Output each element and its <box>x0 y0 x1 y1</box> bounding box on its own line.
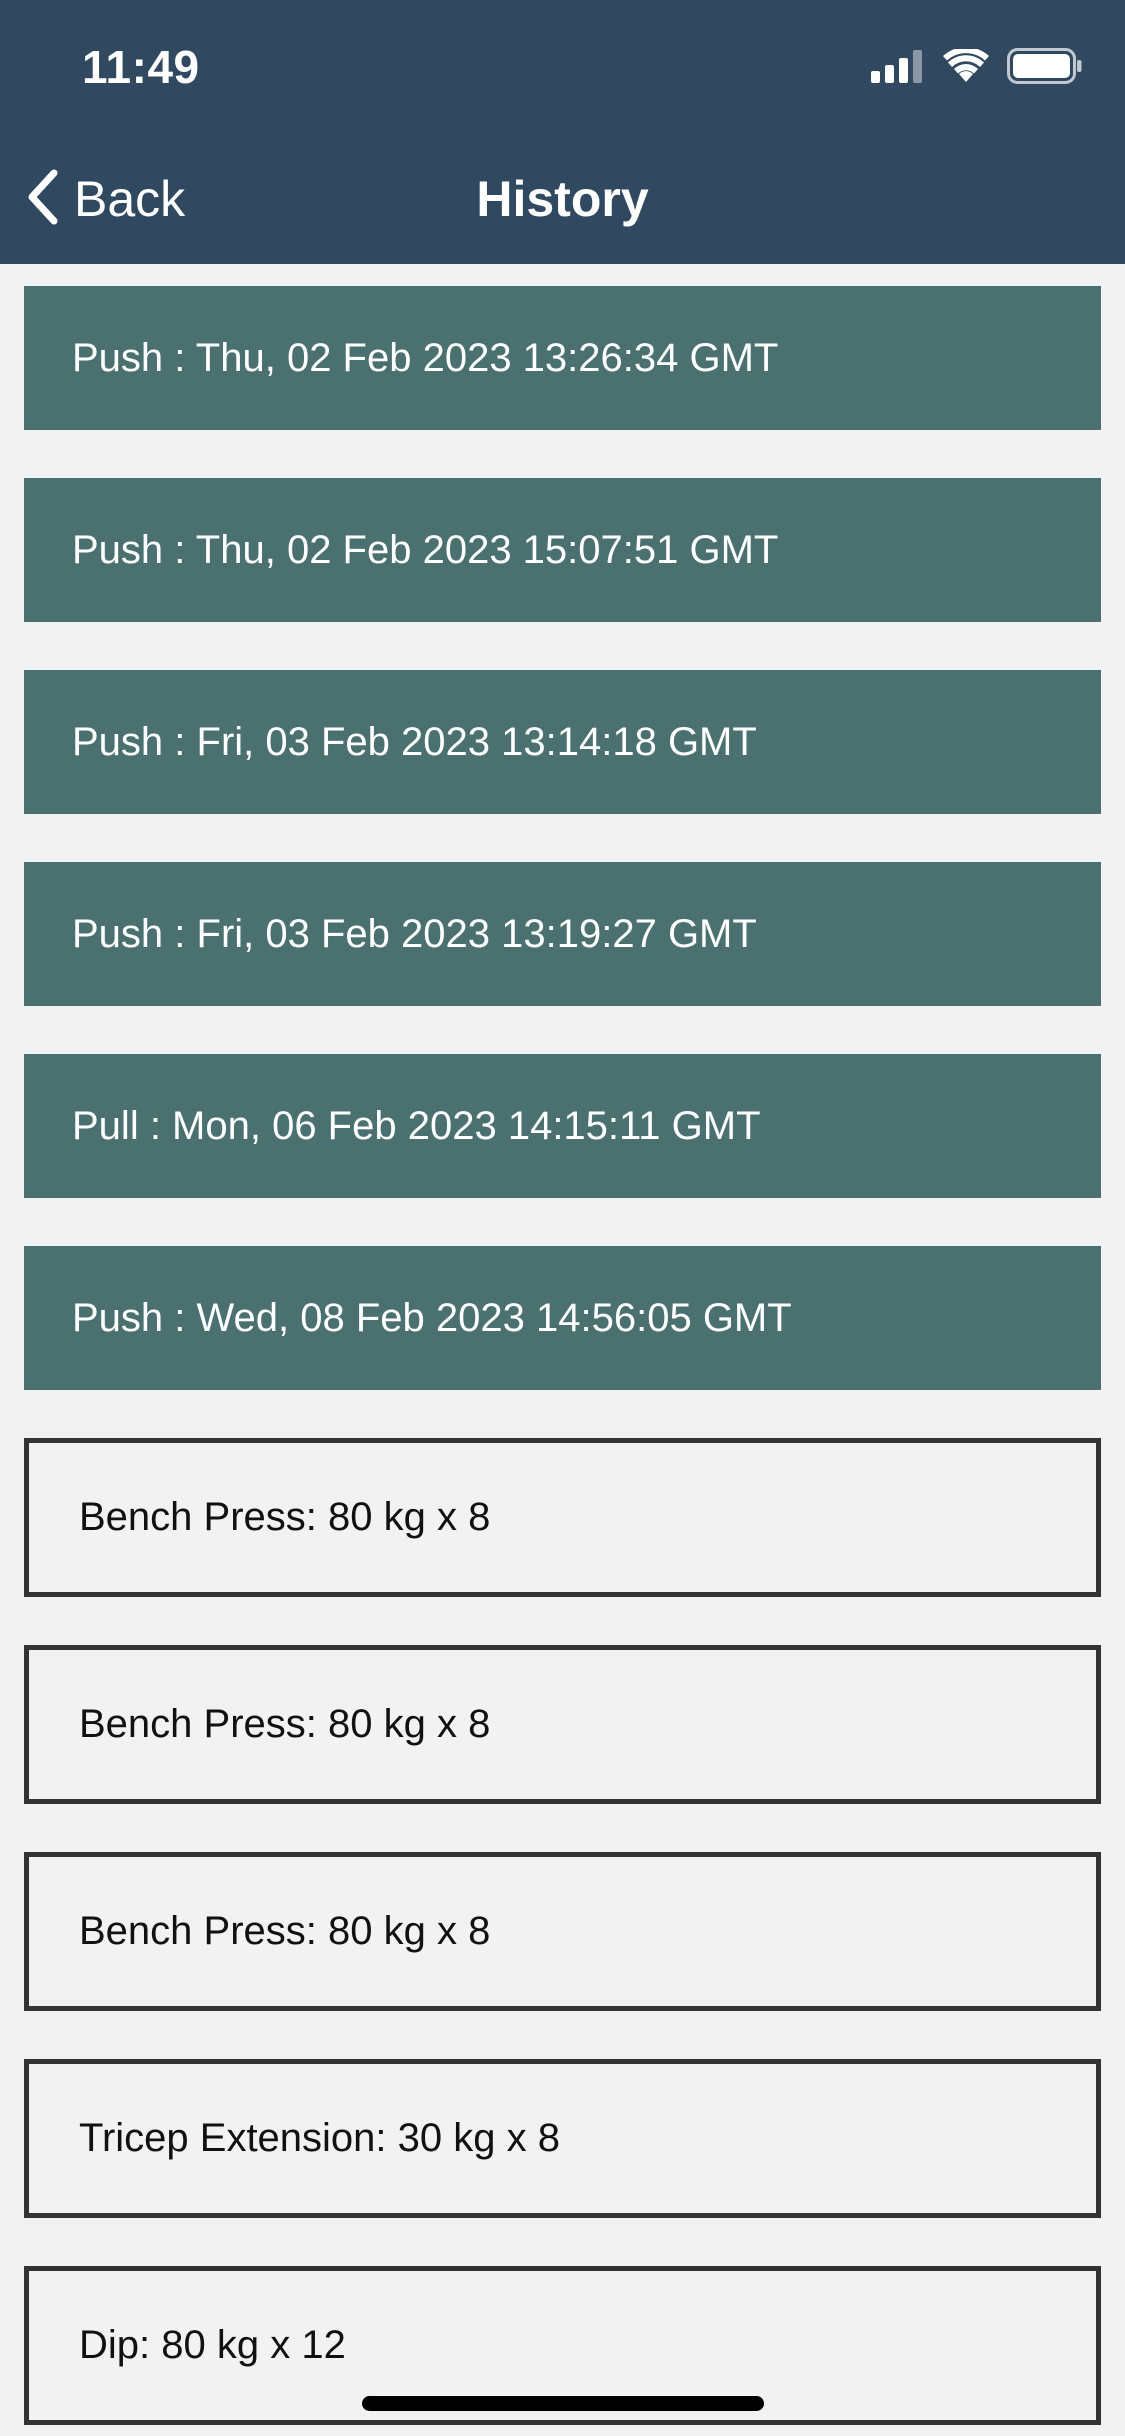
session-item[interactable]: Push : Thu, 02 Feb 2023 15:07:51 GMT <box>24 478 1101 622</box>
battery-icon <box>1007 48 1083 89</box>
status-icons <box>871 47 1083 89</box>
page-title: History <box>476 171 649 227</box>
session-item[interactable]: Push : Fri, 03 Feb 2023 13:14:18 GMT <box>24 670 1101 814</box>
status-time: 11:49 <box>82 41 200 93</box>
set-item: Tricep Extension: 30 kg x 8 <box>24 2059 1101 2218</box>
set-item: Bench Press: 80 kg x 8 <box>24 1852 1101 2011</box>
history-list: Push : Thu, 02 Feb 2023 13:26:34 GMT Pus… <box>24 286 1101 2436</box>
set-item: Bench Press: 80 kg x 8 <box>24 1645 1101 1804</box>
session-item[interactable]: Pull : Mon, 06 Feb 2023 14:15:11 GMT <box>24 1054 1101 1198</box>
session-item[interactable]: Push : Wed, 08 Feb 2023 14:56:05 GMT <box>24 1246 1101 1390</box>
session-item[interactable]: Push : Fri, 03 Feb 2023 13:19:27 GMT <box>24 862 1101 1006</box>
history-screen: 11:49 Back History Push: Thu, 02 Feb 20… <box>0 0 1125 2436</box>
wifi-icon <box>943 47 989 88</box>
session-item[interactable]: Push : Thu, 02 Feb 2023 13:26:34 GMT <box>24 286 1101 430</box>
cellular-signal-icon <box>871 49 925 88</box>
set-item: Bench Press: 80 kg x 8 <box>24 1438 1101 1597</box>
nav-bar: Back History <box>0 150 1125 250</box>
header: 11:49 Back History <box>0 0 1125 264</box>
home-indicator[interactable] <box>362 2396 764 2411</box>
